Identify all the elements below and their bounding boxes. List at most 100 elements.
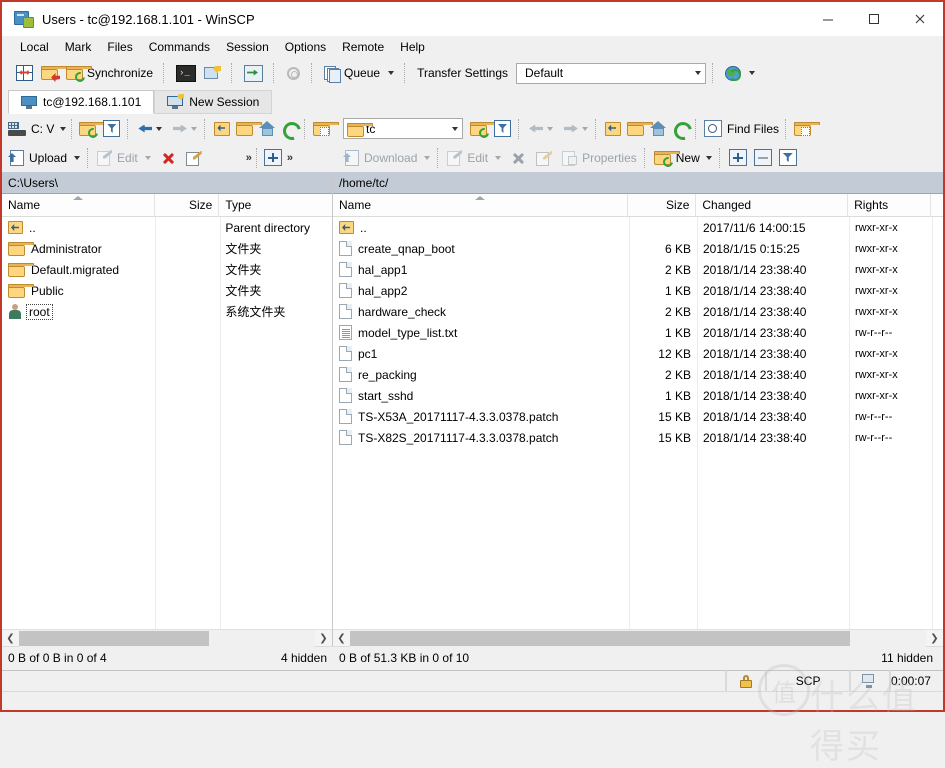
remote-scroll-left-icon[interactable]: ❮ [333, 630, 350, 647]
table-row[interactable]: pc1 12 KB 2018/1/14 23:38:40 rwxr-xr-x [333, 343, 943, 364]
minimize-button[interactable] [805, 2, 851, 36]
menu-commands[interactable]: Commands [141, 37, 218, 57]
menu-session[interactable]: Session [218, 37, 277, 57]
protocol-chevron-down-icon[interactable] [749, 71, 756, 75]
local-header-size[interactable]: Size [155, 194, 220, 216]
remote-header-owner[interactable] [931, 194, 943, 216]
remote-header-size[interactable]: Size [628, 194, 697, 216]
remote-header-name[interactable]: Name [333, 194, 629, 216]
local-root-directory-icon[interactable] [236, 121, 263, 136]
remote-header-changed[interactable]: Changed [696, 194, 849, 216]
local-header-name[interactable]: Name [2, 194, 155, 216]
menu-help[interactable]: Help [392, 37, 433, 57]
text-file-icon [339, 325, 352, 340]
transfer-settings-combo[interactable]: Default [516, 62, 707, 84]
local-filter-icon[interactable] [103, 120, 121, 137]
remote-home-icon[interactable] [650, 121, 667, 136]
remote-scroll-track[interactable] [350, 629, 926, 647]
local-toolbar-overflow-icon[interactable]: » [246, 152, 252, 164]
transfer-status[interactable] [850, 670, 890, 692]
remote-file-list[interactable]: .. 2017/11/6 14:00:15 rwxr-xr-x create_qnap… [333, 217, 943, 629]
local-scroll-left-icon[interactable]: ❮ [2, 630, 19, 647]
local-open-directory-icon[interactable] [79, 121, 106, 136]
local-refresh-icon[interactable] [282, 121, 298, 136]
queue-chevron-down-icon[interactable] [388, 71, 395, 75]
remote-root-directory-icon[interactable] [627, 121, 653, 136]
table-row[interactable]: re_packing 2 KB 2018/1/14 23:38:40 rwxr-xr-… [333, 364, 943, 385]
find-files-icon[interactable] [704, 120, 722, 137]
remote-path-chevron-down-icon[interactable] [445, 119, 460, 138]
menu-mark[interactable]: Mark [57, 37, 100, 57]
remote-refresh-icon[interactable] [673, 121, 689, 136]
menu-files[interactable]: Files [99, 37, 140, 57]
table-row[interactable]: root 系统文件夹 [2, 301, 332, 322]
refresh-both-button[interactable] [240, 59, 267, 87]
local-new-directory-icon[interactable] [263, 149, 282, 166]
remote-header-rights[interactable]: Rights [848, 194, 932, 216]
compare-directories-button[interactable] [12, 59, 37, 87]
remote-scroll-thumb[interactable] [350, 630, 850, 646]
open-terminal-button[interactable] [172, 59, 200, 87]
table-row[interactable]: Administrator 文件夹 [2, 238, 332, 259]
table-row[interactable]: TS-X53A_20171117-4.3.3.0378.patch 15 KB 20… [333, 406, 943, 427]
local-rename-icon[interactable] [185, 150, 202, 166]
upload-label[interactable]: Upload [29, 151, 67, 165]
table-row[interactable]: hal_app1 2 KB 2018/1/14 23:38:40 rwxr-xr-x [333, 259, 943, 280]
new-folder-icon[interactable] [653, 150, 680, 165]
synchronize-browsing-button[interactable] [37, 59, 67, 87]
local-file-list[interactable]: .. Parent directory Administrator 文件夹 Defaul… [2, 217, 332, 629]
remote-bookmark-icon[interactable] [794, 121, 821, 136]
menu-local[interactable]: Local [12, 37, 57, 57]
remote-select-filter-icon[interactable] [778, 149, 797, 166]
local-parent-directory-icon[interactable] [214, 121, 231, 136]
table-row[interactable]: TS-X82S_20171117-4.3.3.0378.patch 15 KB 20… [333, 427, 943, 448]
put-session-button[interactable] [200, 59, 225, 87]
find-files-label[interactable]: Find Files [727, 122, 779, 136]
close-button[interactable] [897, 2, 943, 36]
local-scroll-thumb[interactable] [19, 630, 209, 646]
file-icon [339, 241, 352, 256]
synchronize-button[interactable]: Synchronize [62, 59, 157, 87]
table-row[interactable]: create_qnap_boot 6 KB 2018/1/15 0:15:25 rwx… [333, 238, 943, 259]
remote-filter-icon[interactable] [494, 120, 511, 137]
local-home-icon[interactable] [259, 121, 276, 136]
table-row[interactable]: start_sshd 1 KB 2018/1/14 23:38:40 rwxr-xr-… [333, 385, 943, 406]
session-tab-active[interactable]: tc@192.168.1.101 [8, 90, 155, 114]
globe-icon [725, 65, 742, 81]
table-row[interactable]: hal_app2 1 KB 2018/1/14 23:38:40 rwxr-xr-x [333, 280, 943, 301]
menu-remote[interactable]: Remote [334, 37, 392, 57]
remote-parent-directory-icon[interactable] [605, 121, 621, 136]
table-row[interactable]: .. 2017/11/6 14:00:15 rwxr-xr-x [333, 217, 943, 238]
remote-scroll-right-icon[interactable]: ❯ [926, 630, 943, 647]
remote-open-directory-icon[interactable] [470, 121, 496, 136]
transfer-protocol-button[interactable] [721, 59, 759, 87]
table-row[interactable]: .. Parent directory [2, 217, 332, 238]
local-bookmark-icon[interactable] [313, 121, 340, 136]
remote-path-combo[interactable]: tc [343, 118, 463, 139]
encryption-status[interactable] [726, 670, 767, 692]
table-row[interactable]: Default.migrated 文件夹 [2, 259, 332, 280]
upload-icon[interactable] [8, 150, 24, 166]
local-toolbar-overflow-icon-2[interactable]: » [287, 152, 293, 164]
queue-button[interactable]: Queue [320, 59, 398, 87]
transfer-settings-chevron-down-icon[interactable] [688, 64, 703, 83]
preferences-button[interactable] [282, 59, 305, 87]
upload-chevron-down-icon[interactable] [74, 155, 81, 160]
table-row[interactable]: hardware_check 2 KB 2018/1/14 23:38:40 rwxr… [333, 301, 943, 322]
table-row[interactable]: Public 文件夹 [2, 280, 332, 301]
local-horizontal-scrollbar[interactable]: ❮ ❯ [2, 629, 332, 647]
menu-options[interactable]: Options [277, 37, 334, 57]
local-delete-icon[interactable] [161, 151, 176, 165]
table-row[interactable]: model_type_list.txt 1 KB 2018/1/14 23:38:4… [333, 322, 943, 343]
new-session-tab[interactable]: New Session [154, 90, 273, 114]
local-scroll-right-icon[interactable]: ❯ [315, 630, 332, 647]
local-back-icon[interactable] [137, 122, 153, 136]
local-header-type[interactable]: Type [219, 194, 332, 216]
maximize-button[interactable] [851, 2, 897, 36]
local-scroll-track[interactable] [19, 629, 315, 647]
local-back-chevron-down-icon[interactable] [156, 126, 163, 131]
remote-select-icon[interactable] [728, 149, 747, 166]
remote-horizontal-scrollbar[interactable]: ❮ ❯ [333, 629, 943, 647]
new-chevron-down-icon[interactable] [705, 155, 712, 160]
local-drive-chevron-down-icon[interactable] [60, 126, 67, 131]
